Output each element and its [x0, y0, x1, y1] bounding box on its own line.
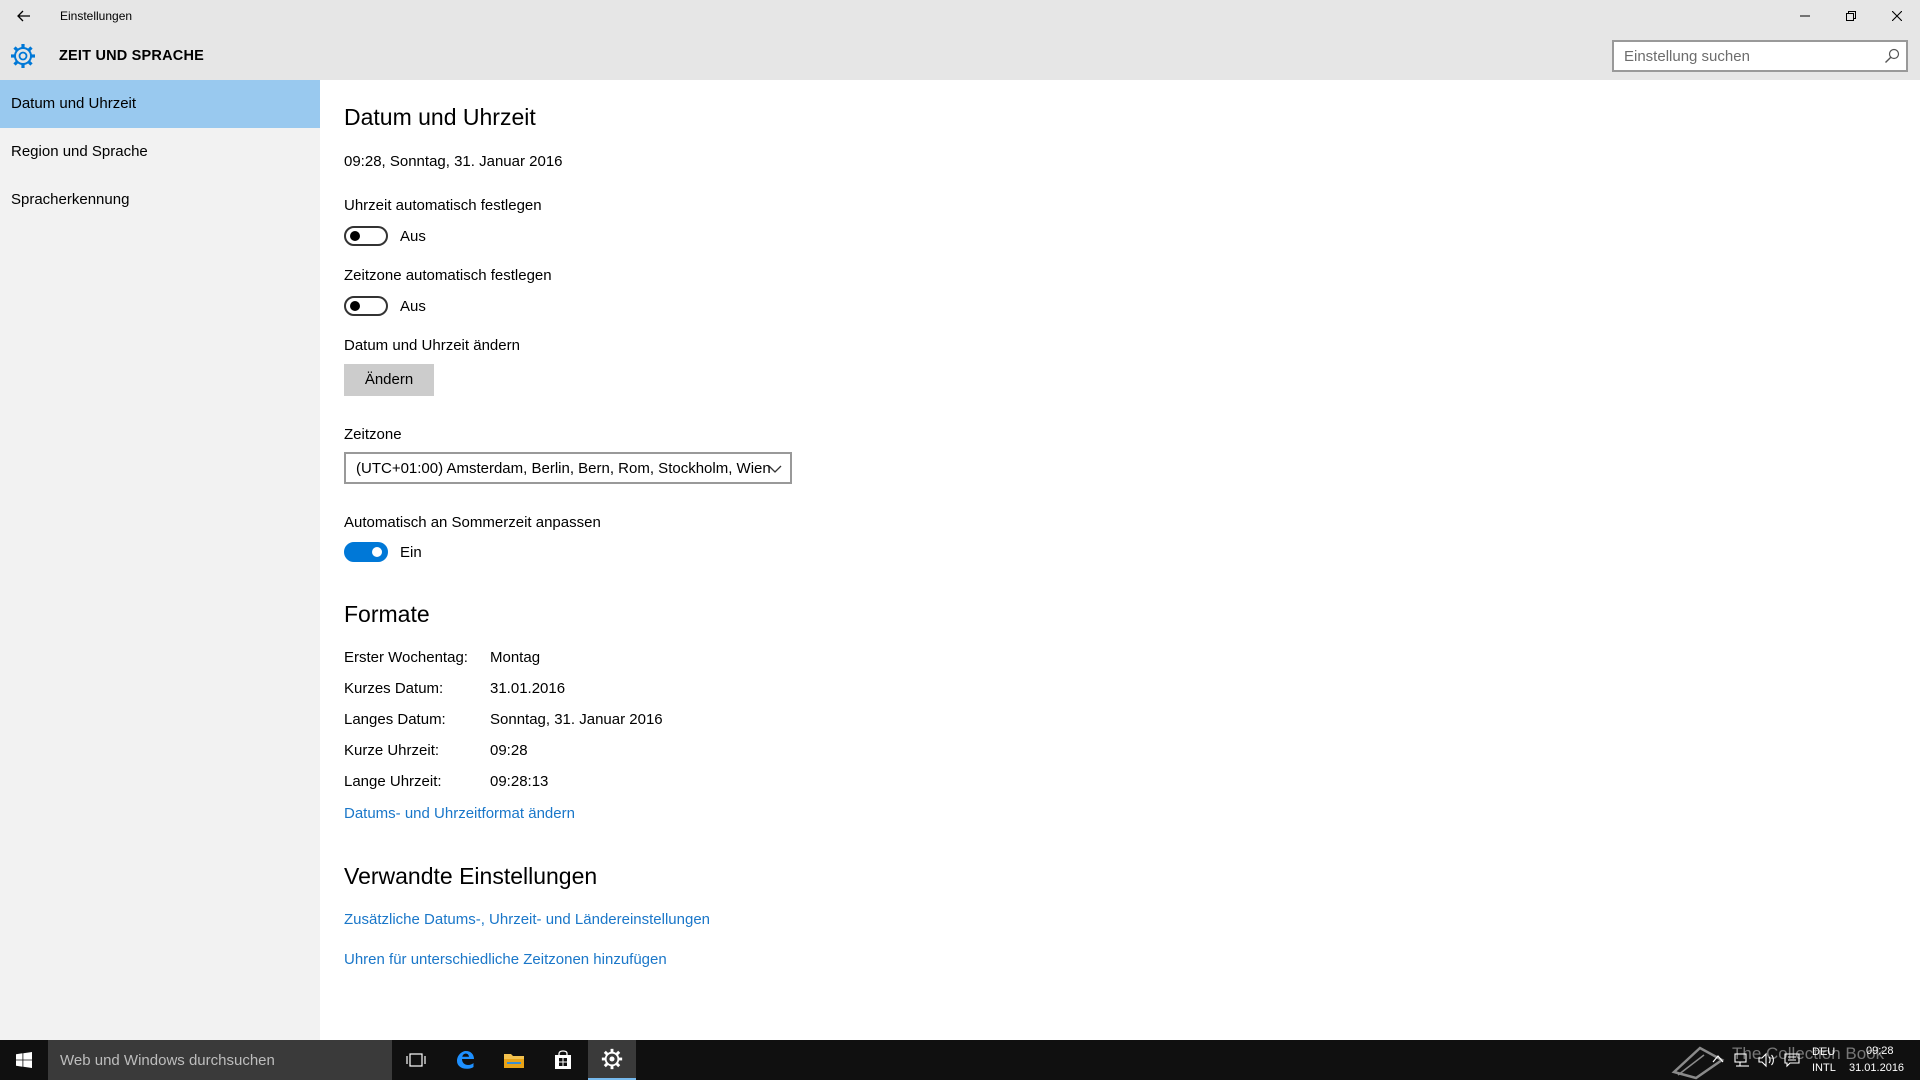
sidebar-item-datum-und-uhrzeit[interactable]: Datum und Uhrzeit [0, 80, 320, 128]
page-title: Datum und Uhrzeit [344, 104, 536, 130]
change-datetime-label: Datum und Uhrzeit ändern [344, 337, 520, 354]
file-explorer-button[interactable] [490, 1040, 538, 1080]
additional-clocks-link[interactable]: Uhren für unterschiedliche Zeitzonen hin… [344, 951, 667, 968]
task-view-icon [406, 1053, 426, 1067]
back-arrow-icon [17, 10, 30, 22]
sidebar-item-spracherkennung[interactable]: Spracherkennung [0, 176, 320, 224]
auto-timezone-label: Zeitzone automatisch festlegen [344, 267, 552, 284]
toggle-knob [350, 301, 360, 311]
format-key: Langes Datum: [344, 711, 446, 728]
auto-time-state: Aus [400, 228, 426, 245]
formats-heading: Formate [344, 601, 430, 627]
search-input[interactable] [1614, 42, 1874, 70]
gear-icon [11, 44, 35, 68]
format-key: Kurze Uhrzeit: [344, 742, 440, 759]
taskbar-clock-time[interactable]: 09:28 [1866, 1045, 1894, 1057]
store-button[interactable] [539, 1040, 587, 1080]
format-value: 09:28:13 [490, 773, 549, 790]
dst-label: Automatisch an Sommerzeit anpassen [344, 514, 601, 531]
settings-header: ZEIT UND SPRACHE [0, 32, 1920, 80]
dst-toggle[interactable] [344, 542, 388, 562]
app-title: Einstellungen [60, 9, 133, 23]
sidebar-item-region-und-sprache[interactable]: Region und Sprache [0, 128, 320, 176]
keyboard-layout[interactable]: INTL [1812, 1062, 1836, 1074]
change-format-link[interactable]: Datums- und Uhrzeitformat ändern [344, 805, 575, 822]
close-icon [1892, 11, 1902, 21]
edge-browser-button[interactable] [441, 1040, 489, 1080]
format-value: Sonntag, 31. Januar 2016 [490, 711, 663, 728]
restore-button[interactable] [1828, 0, 1874, 32]
format-key: Lange Uhrzeit: [344, 773, 442, 790]
auto-timezone-toggle[interactable] [344, 296, 388, 316]
volume-icon[interactable] [1758, 1052, 1776, 1068]
action-center-icon[interactable] [1784, 1052, 1800, 1068]
dst-state: Ein [400, 544, 422, 561]
back-button[interactable] [0, 0, 48, 32]
restore-icon [1846, 11, 1856, 21]
search-icon[interactable] [1884, 48, 1900, 64]
start-button[interactable] [0, 1040, 48, 1080]
taskbar: Web und Windows durchsuchen The Collecti… [0, 1040, 1920, 1080]
auto-time-toggle[interactable] [344, 226, 388, 246]
taskbar-search[interactable]: Web und Windows durchsuchen [48, 1040, 392, 1080]
chevron-up-icon[interactable] [1712, 1054, 1724, 1064]
format-value: Montag [490, 649, 541, 666]
network-icon[interactable] [1734, 1052, 1750, 1068]
timezone-value: (UTC+01:00) Amsterdam, Berlin, Bern, Rom… [356, 460, 771, 477]
timezone-label: Zeitzone [344, 426, 402, 443]
timezone-dropdown[interactable]: (UTC+01:00) Amsterdam, Berlin, Bern, Rom… [344, 452, 792, 484]
main-content: Datum und Uhrzeit 09:28, Sonntag, 31. Ja… [344, 80, 1904, 1040]
current-datetime: 09:28, Sonntag, 31. Januar 2016 [344, 153, 563, 170]
toggle-knob [350, 231, 360, 241]
task-view-button[interactable] [392, 1040, 440, 1080]
title-bar: Einstellungen [0, 0, 1920, 32]
edge-icon [457, 1051, 474, 1069]
store-bag-icon [555, 1050, 571, 1069]
change-button[interactable]: Ändern [344, 364, 434, 396]
additional-date-settings-link[interactable]: Zusätzliche Datums-, Uhrzeit- und Länder… [344, 911, 710, 928]
format-value: 09:28 [490, 742, 528, 759]
close-button[interactable] [1874, 0, 1920, 32]
related-settings-heading: Verwandte Einstellungen [344, 863, 598, 889]
auto-timezone-state: Aus [400, 298, 426, 315]
settings-app-button[interactable] [588, 1040, 636, 1080]
folder-icon [504, 1054, 524, 1068]
auto-time-label: Uhrzeit automatisch festlegen [344, 197, 542, 214]
sidebar: Datum und Uhrzeit Region und Sprache Spr… [0, 80, 320, 1040]
windows-logo-icon [16, 1052, 32, 1068]
minimize-icon [1800, 15, 1810, 17]
input-language[interactable]: DEU [1812, 1046, 1835, 1058]
format-key: Kurzes Datum: [344, 680, 444, 697]
chevron-down-icon [768, 465, 782, 473]
settings-search[interactable] [1612, 40, 1908, 72]
gear-icon [601, 1048, 623, 1070]
minimize-button[interactable] [1782, 0, 1828, 32]
format-key: Erster Wochentag: [344, 649, 468, 666]
toggle-knob [372, 547, 382, 557]
format-value: 31.01.2016 [490, 680, 566, 697]
taskbar-clock-date[interactable]: 31.01.2016 [1849, 1062, 1904, 1074]
taskbar-search-placeholder: Web und Windows durchsuchen [60, 1052, 275, 1069]
section-title: ZEIT UND SPRACHE [59, 48, 204, 64]
watermark-text: The Collection Book [1732, 1044, 1885, 1063]
